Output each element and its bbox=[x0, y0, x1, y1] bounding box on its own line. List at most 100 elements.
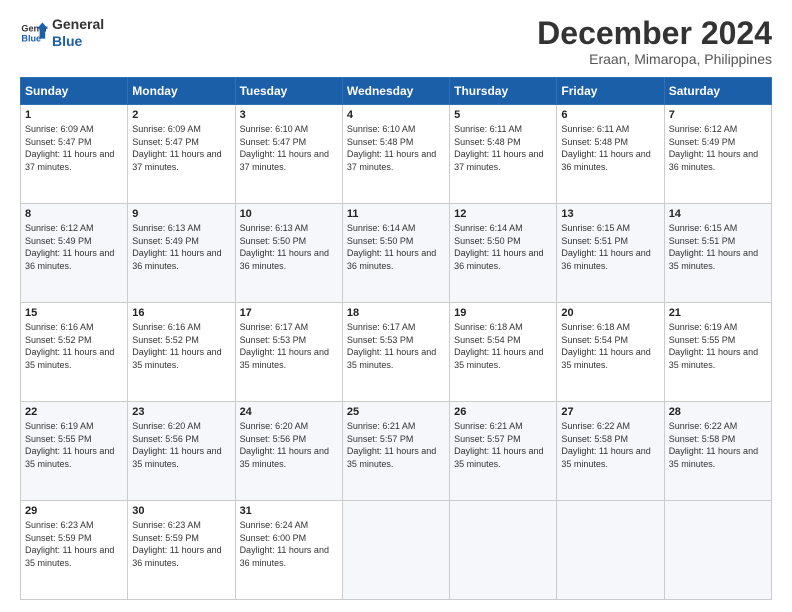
day-number: 27 bbox=[561, 406, 659, 418]
table-row: 16 Sunrise: 6:16 AMSunset: 5:52 PMDaylig… bbox=[128, 303, 235, 402]
table-row: 5 Sunrise: 6:11 AMSunset: 5:48 PMDayligh… bbox=[450, 105, 557, 204]
day-info: Sunrise: 6:09 AMSunset: 5:47 PMDaylight:… bbox=[132, 124, 221, 172]
day-info: Sunrise: 6:18 AMSunset: 5:54 PMDaylight:… bbox=[454, 322, 543, 370]
day-info: Sunrise: 6:18 AMSunset: 5:54 PMDaylight:… bbox=[561, 322, 650, 370]
day-info: Sunrise: 6:13 AMSunset: 5:50 PMDaylight:… bbox=[240, 223, 329, 271]
page-subtitle: Eraan, Mimaropa, Philippines bbox=[537, 51, 772, 67]
table-row: 11 Sunrise: 6:14 AMSunset: 5:50 PMDaylig… bbox=[342, 204, 449, 303]
day-info: Sunrise: 6:19 AMSunset: 5:55 PMDaylight:… bbox=[669, 322, 758, 370]
table-row: 10 Sunrise: 6:13 AMSunset: 5:50 PMDaylig… bbox=[235, 204, 342, 303]
header: General Blue General Blue December 2024 … bbox=[20, 16, 772, 67]
table-row: 25 Sunrise: 6:21 AMSunset: 5:57 PMDaylig… bbox=[342, 402, 449, 501]
table-row: 13 Sunrise: 6:15 AMSunset: 5:51 PMDaylig… bbox=[557, 204, 664, 303]
svg-text:Blue: Blue bbox=[21, 33, 41, 43]
table-row: 20 Sunrise: 6:18 AMSunset: 5:54 PMDaylig… bbox=[557, 303, 664, 402]
day-info: Sunrise: 6:12 AMSunset: 5:49 PMDaylight:… bbox=[669, 124, 758, 172]
day-number: 31 bbox=[240, 505, 338, 517]
calendar-header-row: Sunday Monday Tuesday Wednesday Thursday… bbox=[21, 78, 772, 105]
day-info: Sunrise: 6:20 AMSunset: 5:56 PMDaylight:… bbox=[132, 421, 221, 469]
day-number: 13 bbox=[561, 208, 659, 220]
day-number: 17 bbox=[240, 307, 338, 319]
day-info: Sunrise: 6:22 AMSunset: 5:58 PMDaylight:… bbox=[669, 421, 758, 469]
table-row bbox=[342, 501, 449, 600]
table-row: 4 Sunrise: 6:10 AMSunset: 5:48 PMDayligh… bbox=[342, 105, 449, 204]
day-number: 19 bbox=[454, 307, 552, 319]
day-number: 21 bbox=[669, 307, 767, 319]
table-row: 3 Sunrise: 6:10 AMSunset: 5:47 PMDayligh… bbox=[235, 105, 342, 204]
day-number: 10 bbox=[240, 208, 338, 220]
day-number: 6 bbox=[561, 109, 659, 121]
day-number: 5 bbox=[454, 109, 552, 121]
table-row: 26 Sunrise: 6:21 AMSunset: 5:57 PMDaylig… bbox=[450, 402, 557, 501]
header-monday: Monday bbox=[128, 78, 235, 105]
day-number: 30 bbox=[132, 505, 230, 517]
day-info: Sunrise: 6:17 AMSunset: 5:53 PMDaylight:… bbox=[347, 322, 436, 370]
table-row: 18 Sunrise: 6:17 AMSunset: 5:53 PMDaylig… bbox=[342, 303, 449, 402]
table-row: 24 Sunrise: 6:20 AMSunset: 5:56 PMDaylig… bbox=[235, 402, 342, 501]
day-info: Sunrise: 6:20 AMSunset: 5:56 PMDaylight:… bbox=[240, 421, 329, 469]
day-info: Sunrise: 6:10 AMSunset: 5:47 PMDaylight:… bbox=[240, 124, 329, 172]
calendar-table: Sunday Monday Tuesday Wednesday Thursday… bbox=[20, 77, 772, 600]
day-info: Sunrise: 6:10 AMSunset: 5:48 PMDaylight:… bbox=[347, 124, 436, 172]
table-row: 2 Sunrise: 6:09 AMSunset: 5:47 PMDayligh… bbox=[128, 105, 235, 204]
logo-icon: General Blue bbox=[20, 19, 48, 47]
day-info: Sunrise: 6:21 AMSunset: 5:57 PMDaylight:… bbox=[454, 421, 543, 469]
table-row: 7 Sunrise: 6:12 AMSunset: 5:49 PMDayligh… bbox=[664, 105, 771, 204]
page: General Blue General Blue December 2024 … bbox=[0, 0, 792, 612]
logo: General Blue General Blue bbox=[20, 16, 104, 50]
table-row bbox=[664, 501, 771, 600]
day-info: Sunrise: 6:11 AMSunset: 5:48 PMDaylight:… bbox=[454, 124, 543, 172]
day-number: 3 bbox=[240, 109, 338, 121]
day-info: Sunrise: 6:19 AMSunset: 5:55 PMDaylight:… bbox=[25, 421, 114, 469]
day-info: Sunrise: 6:17 AMSunset: 5:53 PMDaylight:… bbox=[240, 322, 329, 370]
table-row: 31 Sunrise: 6:24 AMSunset: 6:00 PMDaylig… bbox=[235, 501, 342, 600]
day-number: 20 bbox=[561, 307, 659, 319]
day-number: 28 bbox=[669, 406, 767, 418]
day-info: Sunrise: 6:21 AMSunset: 5:57 PMDaylight:… bbox=[347, 421, 436, 469]
day-number: 2 bbox=[132, 109, 230, 121]
day-number: 25 bbox=[347, 406, 445, 418]
table-row: 29 Sunrise: 6:23 AMSunset: 5:59 PMDaylig… bbox=[21, 501, 128, 600]
table-row: 22 Sunrise: 6:19 AMSunset: 5:55 PMDaylig… bbox=[21, 402, 128, 501]
day-number: 7 bbox=[669, 109, 767, 121]
day-info: Sunrise: 6:24 AMSunset: 6:00 PMDaylight:… bbox=[240, 520, 329, 568]
header-tuesday: Tuesday bbox=[235, 78, 342, 105]
table-row: 12 Sunrise: 6:14 AMSunset: 5:50 PMDaylig… bbox=[450, 204, 557, 303]
day-number: 1 bbox=[25, 109, 123, 121]
day-number: 23 bbox=[132, 406, 230, 418]
day-number: 22 bbox=[25, 406, 123, 418]
day-info: Sunrise: 6:16 AMSunset: 5:52 PMDaylight:… bbox=[25, 322, 114, 370]
day-info: Sunrise: 6:11 AMSunset: 5:48 PMDaylight:… bbox=[561, 124, 650, 172]
day-info: Sunrise: 6:13 AMSunset: 5:49 PMDaylight:… bbox=[132, 223, 221, 271]
day-info: Sunrise: 6:15 AMSunset: 5:51 PMDaylight:… bbox=[561, 223, 650, 271]
table-row: 27 Sunrise: 6:22 AMSunset: 5:58 PMDaylig… bbox=[557, 402, 664, 501]
header-sunday: Sunday bbox=[21, 78, 128, 105]
day-number: 9 bbox=[132, 208, 230, 220]
page-title: December 2024 bbox=[537, 16, 772, 51]
table-row: 21 Sunrise: 6:19 AMSunset: 5:55 PMDaylig… bbox=[664, 303, 771, 402]
day-number: 12 bbox=[454, 208, 552, 220]
table-row bbox=[450, 501, 557, 600]
day-info: Sunrise: 6:12 AMSunset: 5:49 PMDaylight:… bbox=[25, 223, 114, 271]
day-number: 4 bbox=[347, 109, 445, 121]
header-saturday: Saturday bbox=[664, 78, 771, 105]
header-wednesday: Wednesday bbox=[342, 78, 449, 105]
day-number: 16 bbox=[132, 307, 230, 319]
table-row: 28 Sunrise: 6:22 AMSunset: 5:58 PMDaylig… bbox=[664, 402, 771, 501]
day-info: Sunrise: 6:22 AMSunset: 5:58 PMDaylight:… bbox=[561, 421, 650, 469]
table-row: 6 Sunrise: 6:11 AMSunset: 5:48 PMDayligh… bbox=[557, 105, 664, 204]
day-info: Sunrise: 6:23 AMSunset: 5:59 PMDaylight:… bbox=[132, 520, 221, 568]
logo-blue: Blue bbox=[52, 33, 104, 50]
day-number: 11 bbox=[347, 208, 445, 220]
table-row: 17 Sunrise: 6:17 AMSunset: 5:53 PMDaylig… bbox=[235, 303, 342, 402]
table-row bbox=[557, 501, 664, 600]
day-number: 29 bbox=[25, 505, 123, 517]
header-friday: Friday bbox=[557, 78, 664, 105]
day-number: 8 bbox=[25, 208, 123, 220]
day-number: 14 bbox=[669, 208, 767, 220]
table-row: 14 Sunrise: 6:15 AMSunset: 5:51 PMDaylig… bbox=[664, 204, 771, 303]
table-row: 30 Sunrise: 6:23 AMSunset: 5:59 PMDaylig… bbox=[128, 501, 235, 600]
day-info: Sunrise: 6:14 AMSunset: 5:50 PMDaylight:… bbox=[347, 223, 436, 271]
logo-general: General bbox=[52, 16, 104, 33]
table-row: 19 Sunrise: 6:18 AMSunset: 5:54 PMDaylig… bbox=[450, 303, 557, 402]
